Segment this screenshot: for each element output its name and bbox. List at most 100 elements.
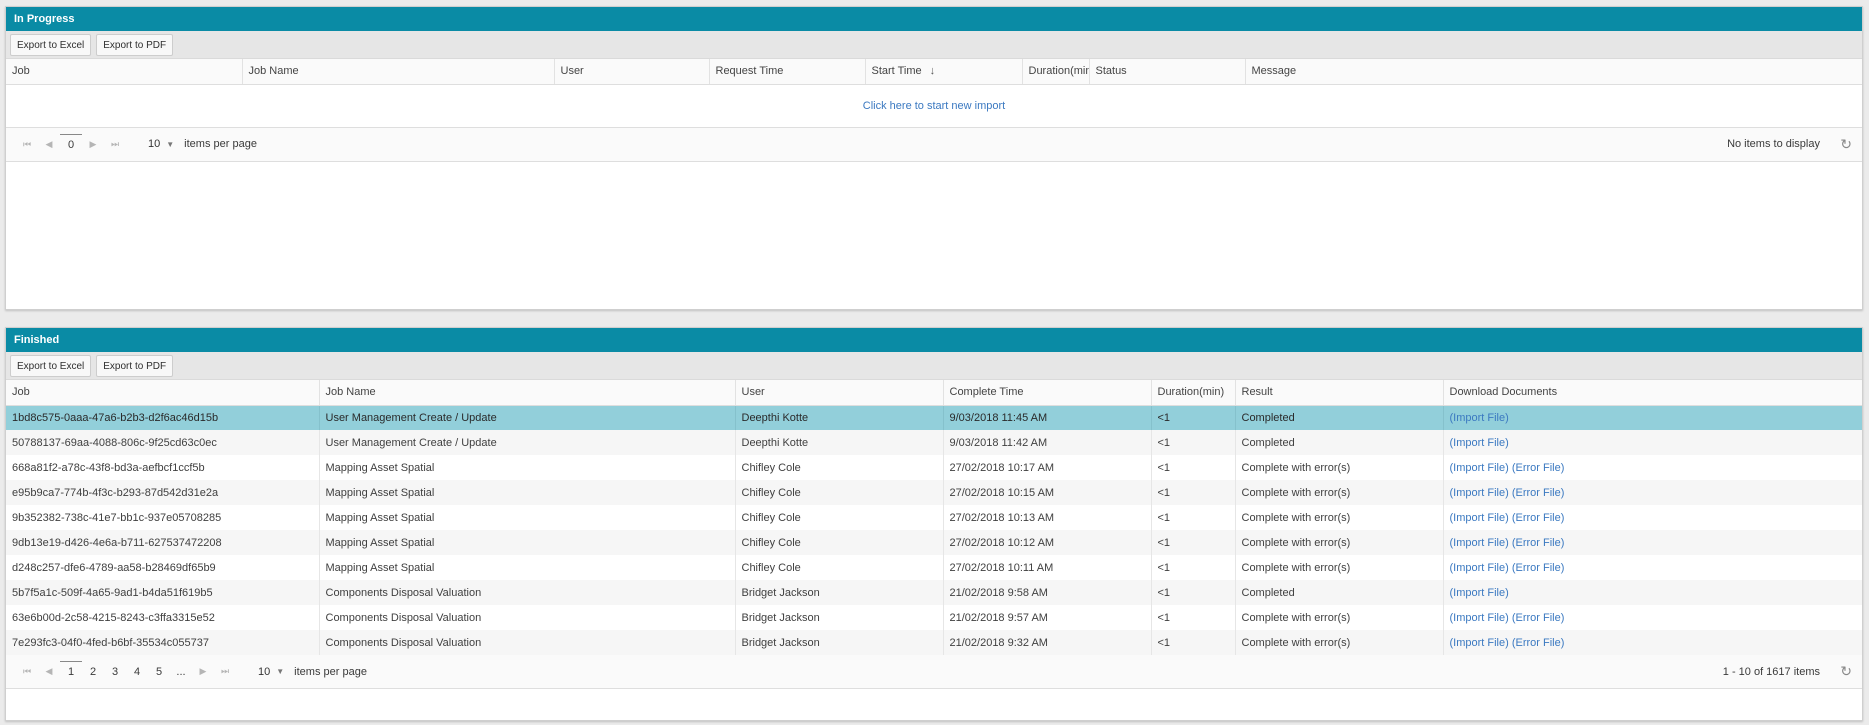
- import-file-link[interactable]: (Import File): [1450, 587, 1509, 599]
- table-row[interactable]: e95b9ca7-774b-4f3c-b293-87d542d31e2a Mapp…: [6, 480, 1862, 505]
- column-header-user[interactable]: User: [553, 59, 709, 85]
- error-file-link[interactable]: (Error File): [1512, 612, 1565, 624]
- table-row[interactable]: 7e293fc3-04f0-4fed-b6bf-35534c055737 Comp…: [6, 630, 1862, 655]
- page-ellipsis[interactable]: ...: [170, 662, 192, 682]
- next-page-icon[interactable]: ▶: [192, 666, 214, 677]
- download-documents-cell: (Import File): [1442, 405, 1862, 430]
- result-cell: Complete with error(s): [1234, 605, 1443, 630]
- import-file-link[interactable]: (Import File): [1450, 562, 1509, 574]
- column-header-job-name[interactable]: Job Name: [318, 380, 735, 406]
- column-header-job[interactable]: Job: [6, 380, 319, 406]
- export-excel-button[interactable]: Export to Excel: [10, 355, 92, 377]
- column-header-start-time[interactable]: Start Time ↓: [864, 59, 1022, 85]
- import-file-link[interactable]: (Import File): [1450, 437, 1509, 449]
- table-row[interactable]: d248c257-dfe6-4789-aa58-b28469df65b9 Mapp…: [6, 555, 1862, 580]
- toolbar: Export to Excel Export to PDF: [6, 352, 1862, 380]
- table-row[interactable]: 1bd8c575-0aaa-47a6-b2b3-d2f6ac46d15b User…: [6, 405, 1862, 430]
- duration-cell: <1: [1150, 505, 1235, 530]
- refresh-icon[interactable]: ↻: [1840, 136, 1852, 153]
- column-header-result[interactable]: Result: [1234, 380, 1443, 406]
- pager-info: 1 - 10 of 1617 items: [1722, 665, 1820, 678]
- download-documents-cell: (Import File) (Error File): [1442, 630, 1862, 655]
- page-number[interactable]: 5: [148, 662, 170, 682]
- refresh-icon[interactable]: ↻: [1840, 663, 1852, 680]
- table-row[interactable]: 50788137-69aa-4088-806c-9f25cd63c0ec User…: [6, 430, 1862, 455]
- column-header-status[interactable]: Status: [1088, 59, 1245, 85]
- page-size-value: 10: [148, 138, 161, 150]
- last-page-icon[interactable]: ⏭: [104, 139, 126, 150]
- empty-message-row: Click here to start new import: [6, 85, 1862, 128]
- column-header-message[interactable]: Message: [1244, 59, 1862, 85]
- duration-cell: <1: [1150, 605, 1235, 630]
- last-page-icon[interactable]: ⏭: [214, 666, 236, 677]
- page-number[interactable]: 4: [126, 662, 148, 682]
- complete-time-cell: 27/02/2018 10:11 AM: [942, 555, 1151, 580]
- complete-time-cell: 21/02/2018 9:32 AM: [942, 630, 1151, 655]
- table-row[interactable]: 9b352382-738c-41e7-bb1c-937e05708285 Mapp…: [6, 505, 1862, 530]
- download-documents-cell: (Import File): [1442, 430, 1862, 455]
- duration-cell: <1: [1150, 630, 1235, 655]
- job-name-cell: Mapping Asset Spatial: [318, 505, 735, 530]
- error-file-link[interactable]: (Error File): [1512, 637, 1565, 649]
- table-row[interactable]: 9db13e19-d426-4e6a-b711-627537472208 Mapp…: [6, 530, 1862, 555]
- page-number-current[interactable]: 0: [60, 133, 82, 155]
- import-file-link[interactable]: (Import File): [1450, 487, 1509, 499]
- export-pdf-button[interactable]: Export to PDF: [96, 355, 174, 377]
- job-id-cell: 63e6b00d-2c58-4215-8243-c3ffa3315e52: [12, 611, 215, 624]
- complete-time-cell: 27/02/2018 10:17 AM: [942, 455, 1151, 480]
- error-file-link[interactable]: (Error File): [1512, 487, 1565, 499]
- first-page-icon[interactable]: ⏮: [16, 666, 38, 677]
- column-header-download-documents[interactable]: Download Documents: [1442, 380, 1862, 406]
- column-header-duration[interactable]: Duration(min): [1150, 380, 1235, 406]
- import-file-link[interactable]: (Import File): [1450, 412, 1509, 424]
- export-pdf-button[interactable]: Export to PDF: [96, 34, 174, 56]
- error-file-link[interactable]: (Error File): [1512, 562, 1565, 574]
- error-file-link[interactable]: (Error File): [1512, 462, 1565, 474]
- import-file-link[interactable]: (Import File): [1450, 637, 1509, 649]
- download-documents-cell: (Import File) (Error File): [1442, 505, 1862, 530]
- column-header-job[interactable]: Job: [6, 59, 242, 85]
- items-per-page-label: items per page: [184, 138, 257, 150]
- user-cell: Chifley Cole: [734, 455, 943, 480]
- first-page-icon[interactable]: ⏮: [16, 139, 38, 150]
- user-cell: Bridget Jackson: [734, 580, 943, 605]
- chevron-down-icon: ▼: [166, 139, 175, 149]
- table-row[interactable]: 5b7f5a1c-509f-4a65-9ad1-b4da51f619b5 Comp…: [6, 580, 1862, 605]
- column-header-job-name[interactable]: Job Name: [241, 59, 554, 85]
- page-number-current[interactable]: 1: [60, 661, 82, 682]
- import-file-link[interactable]: (Import File): [1450, 512, 1509, 524]
- job-name-cell: Mapping Asset Spatial: [318, 455, 735, 480]
- import-file-link[interactable]: (Import File): [1450, 462, 1509, 474]
- job-id-cell: 668a81f2-a78c-43f8-bd3a-aefbcf1ccf5b: [12, 461, 205, 474]
- error-file-link[interactable]: (Error File): [1512, 512, 1565, 524]
- page-number[interactable]: 3: [104, 662, 126, 682]
- page-size-dropdown[interactable]: 10 ▼: [148, 138, 174, 150]
- column-header-duration[interactable]: Duration(min): [1021, 59, 1089, 85]
- table-row[interactable]: 668a81f2-a78c-43f8-bd3a-aefbcf1ccf5b Mapp…: [6, 455, 1862, 480]
- column-header-request-time[interactable]: Request Time: [708, 59, 865, 85]
- export-excel-button[interactable]: Export to Excel: [10, 34, 92, 56]
- page-number[interactable]: 2: [82, 662, 104, 682]
- duration-cell: <1: [1150, 430, 1235, 455]
- next-page-icon[interactable]: ▶: [82, 139, 104, 150]
- sort-descending-icon: ↓: [929, 65, 936, 78]
- start-new-import-link[interactable]: Click here to start new import: [863, 100, 1005, 112]
- import-file-link[interactable]: (Import File): [1450, 612, 1509, 624]
- column-header-user[interactable]: User: [734, 380, 943, 406]
- user-cell: Chifley Cole: [734, 505, 943, 530]
- job-id-cell: 9b352382-738c-41e7-bb1c-937e05708285: [12, 511, 222, 524]
- duration-cell: <1: [1150, 530, 1235, 555]
- column-header-complete-time[interactable]: Complete Time: [942, 380, 1151, 406]
- user-cell: Deepthi Kotte: [734, 405, 943, 430]
- panel-title: Finished: [6, 328, 1862, 352]
- table-row[interactable]: 63e6b00d-2c58-4215-8243-c3ffa3315e52 Comp…: [6, 605, 1862, 630]
- import-file-link[interactable]: (Import File): [1450, 537, 1509, 549]
- duration-cell: <1: [1150, 580, 1235, 605]
- error-file-link[interactable]: (Error File): [1512, 537, 1565, 549]
- job-id-cell: 50788137-69aa-4088-806c-9f25cd63c0ec: [6, 430, 319, 455]
- prev-page-icon[interactable]: ◀: [38, 666, 60, 677]
- duration-cell: <1: [1150, 405, 1235, 430]
- page-size-dropdown[interactable]: 10 ▼: [258, 666, 284, 678]
- prev-page-icon[interactable]: ◀: [38, 139, 60, 150]
- user-cell: Bridget Jackson: [734, 630, 943, 655]
